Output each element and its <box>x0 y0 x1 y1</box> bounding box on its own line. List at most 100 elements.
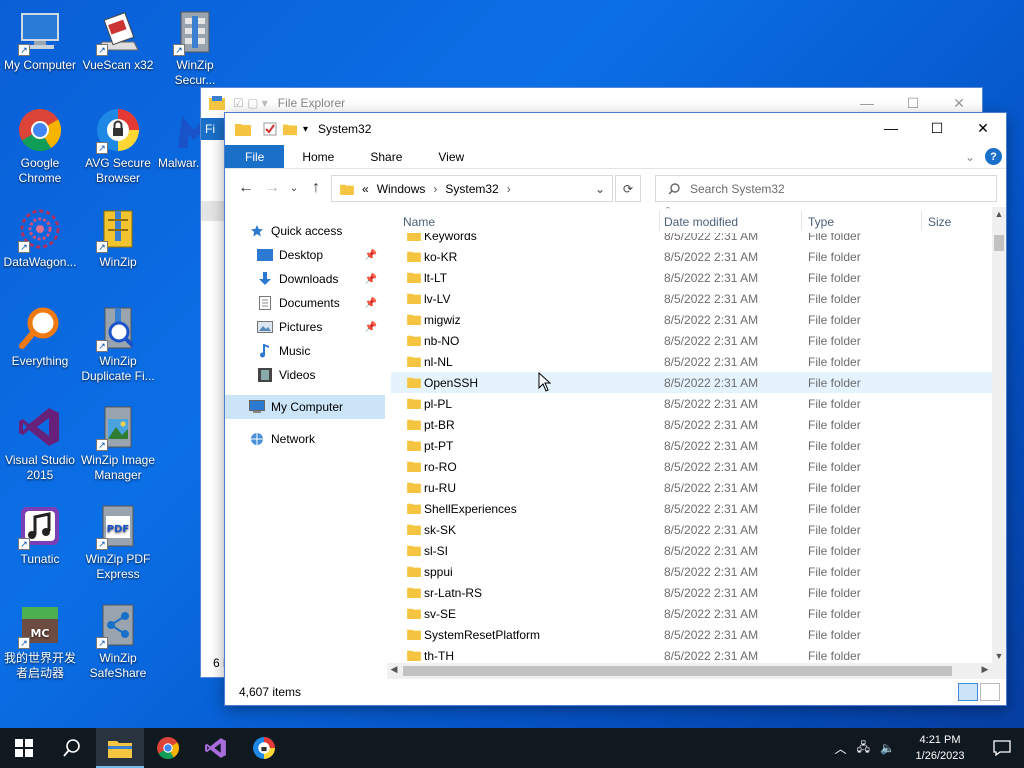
back-button[interactable]: ← <box>233 179 259 197</box>
up-button[interactable]: ↑ <box>303 179 329 197</box>
table-row[interactable]: th-TH 8/5/2022 2:31 AM File folder <box>391 645 992 663</box>
table-row[interactable]: lt-LT 8/5/2022 2:31 AM File folder <box>391 267 992 288</box>
taskbar-file-explorer[interactable] <box>96 728 144 768</box>
title-bar[interactable]: ▾ System32 — ☐ ✕ <box>225 113 1006 145</box>
explorer-window[interactable]: ▾ System32 — ☐ ✕ File Home Share View ⌄ … <box>224 112 1007 706</box>
breadcrumb-windows[interactable]: Windows <box>377 182 426 196</box>
search-button[interactable] <box>48 728 96 768</box>
nav-pictures[interactable]: Pictures 📌 <box>225 315 385 339</box>
desktop-icon-winzip-safeshare[interactable]: ↗ WinZip SafeShare <box>78 601 158 681</box>
quick-access-toolbar[interactable]: ▾ <box>263 122 308 136</box>
pin-icon[interactable]: 📌 <box>365 274 377 285</box>
table-row[interactable]: sr-Latn-RS 8/5/2022 2:31 AM File folder <box>391 582 992 603</box>
show-hidden-icons-chevron-icon[interactable]: ︿ <box>830 740 852 757</box>
table-row[interactable]: ru-RU 8/5/2022 2:31 AM File folder <box>391 477 992 498</box>
search-box[interactable] <box>655 175 997 202</box>
breadcrumb-separator-icon[interactable]: › <box>507 182 511 196</box>
nav-quick-access[interactable]: Quick access <box>225 219 385 243</box>
recent-locations-button[interactable]: ⌄ <box>285 183 303 194</box>
desktop-icon-visual-studio[interactable]: Visual Studio 2015 <box>0 403 80 483</box>
tab-share[interactable]: Share <box>352 145 420 168</box>
refresh-button[interactable]: ⟳ <box>615 175 641 202</box>
horizontal-scrollbar[interactable]: ◀ ▶ <box>387 663 992 679</box>
nav-desktop[interactable]: Desktop 📌 <box>225 243 385 267</box>
table-row[interactable]: OpenSSH 8/5/2022 2:31 AM File folder <box>391 372 992 393</box>
column-divider[interactable] <box>921 211 922 231</box>
pin-icon[interactable]: 📌 <box>365 298 377 309</box>
search-input[interactable] <box>690 181 970 196</box>
taskbar-visual-studio[interactable] <box>192 728 240 768</box>
table-row[interactable]: pt-BR 8/5/2022 2:31 AM File folder <box>391 414 992 435</box>
desktop-icon-datawagon[interactable]: ↗ DataWagon... <box>0 205 80 270</box>
table-row[interactable]: ro-RO 8/5/2022 2:31 AM File folder <box>391 456 992 477</box>
taskbar-chrome[interactable] <box>144 728 192 768</box>
quick-access-toolbar[interactable]: ☑ ▢ ▾ <box>233 96 268 110</box>
scroll-thumb[interactable] <box>994 235 1004 251</box>
nav-videos[interactable]: Videos <box>225 363 385 387</box>
table-row[interactable]: migwiz 8/5/2022 2:31 AM File folder <box>391 309 992 330</box>
desktop-icon-winzip-secure[interactable]: ↗ WinZip Secur... <box>155 8 235 88</box>
scroll-thumb[interactable] <box>403 666 952 676</box>
clock[interactable]: 4:21 PM 1/26/2023 <box>900 732 980 764</box>
pin-icon[interactable]: 📌 <box>365 250 377 261</box>
nav-music[interactable]: Music <box>225 339 385 363</box>
table-row[interactable]: sv-SE 8/5/2022 2:31 AM File folder <box>391 603 992 624</box>
table-row[interactable]: nl-NL 8/5/2022 2:31 AM File folder <box>391 351 992 372</box>
maximize-button[interactable]: ☐ <box>914 113 960 143</box>
forward-button[interactable]: → <box>259 179 285 197</box>
table-row[interactable]: sk-SK 8/5/2022 2:31 AM File folder <box>391 519 992 540</box>
expand-ribbon-icon[interactable]: ⌄ <box>965 150 975 164</box>
scroll-down-icon[interactable]: ▼ <box>992 651 1006 661</box>
nav-network[interactable]: Network <box>225 427 385 451</box>
desktop-icon-everything[interactable]: Everything <box>0 304 80 369</box>
desktop-icon-tunatic[interactable]: ↗ Tunatic <box>0 502 80 567</box>
chevron-down-icon[interactable]: ▾ <box>303 124 308 135</box>
tab-home[interactable]: Home <box>284 145 352 168</box>
column-type[interactable]: Type <box>808 215 834 229</box>
large-icons-view-button[interactable] <box>980 683 1000 701</box>
table-row[interactable]: sl-SI 8/5/2022 2:31 AM File folder <box>391 540 992 561</box>
breadcrumb-separator-icon[interactable]: › <box>433 182 437 196</box>
desktop-icon-minecraft-launcher[interactable]: MC ↗ 我的世界开发者启动器 <box>0 601 80 681</box>
help-icon[interactable]: ? <box>985 148 1002 165</box>
nav-my-computer[interactable]: My Computer <box>225 395 385 419</box>
breadcrumb-overflow[interactable]: « <box>362 182 369 196</box>
scroll-right-icon[interactable]: ▶ <box>978 664 992 675</box>
desktop-icon-winzip-pdf[interactable]: PDF ↗ WinZip PDF Express <box>78 502 158 582</box>
table-row[interactable]: pt-PT 8/5/2022 2:31 AM File folder <box>391 435 992 456</box>
close-button[interactable]: ✕ <box>960 113 1006 143</box>
new-folder-icon[interactable] <box>283 122 297 136</box>
minimize-button[interactable]: — <box>868 113 914 143</box>
column-name[interactable]: Name <box>403 215 435 229</box>
column-size[interactable]: Size <box>928 215 951 229</box>
details-view-button[interactable] <box>958 683 978 701</box>
desktop-icon-malwarebytes[interactable]: Malwar... <box>148 106 200 171</box>
table-row[interactable]: pl-PL 8/5/2022 2:31 AM File folder <box>391 393 992 414</box>
column-divider[interactable] <box>659 211 660 231</box>
file-tab[interactable]: Fi <box>201 118 225 140</box>
desktop-icon-winzip-image-manager[interactable]: ↗ WinZip Image Manager <box>78 403 158 483</box>
table-row[interactable]: ko-KR 8/5/2022 2:31 AM File folder <box>391 246 992 267</box>
taskbar-avg-browser[interactable] <box>240 728 288 768</box>
breadcrumb-system32[interactable]: System32 <box>445 182 498 196</box>
address-bar[interactable]: « Windows › System32 › ⌄ <box>331 175 613 202</box>
address-dropdown-icon[interactable]: ⌄ <box>588 176 612 201</box>
column-date-modified[interactable]: Date modified <box>664 215 738 229</box>
nav-documents[interactable]: Documents 📌 <box>225 291 385 315</box>
pin-icon[interactable]: 📌 <box>365 322 377 333</box>
network-icon[interactable]: 🖧 <box>852 738 875 759</box>
scroll-left-icon[interactable]: ◀ <box>387 664 401 675</box>
notification-button[interactable] <box>980 728 1024 768</box>
desktop-icon-winzip-duplicate[interactable]: ↗ WinZip Duplicate Fi... <box>78 304 158 384</box>
table-row[interactable]: ShellExperiences 8/5/2022 2:31 AM File fol… <box>391 498 992 519</box>
table-row[interactable]: nb-NO 8/5/2022 2:31 AM File folder <box>391 330 992 351</box>
desktop-icon-my-computer[interactable]: ↗ My Computer <box>0 8 80 73</box>
table-row[interactable]: sppui 8/5/2022 2:31 AM File folder <box>391 561 992 582</box>
desktop-icon-winzip[interactable]: ↗ WinZip <box>78 205 158 270</box>
table-row[interactable]: lv-LV 8/5/2022 2:31 AM File folder <box>391 288 992 309</box>
properties-icon[interactable] <box>263 122 277 136</box>
tab-view[interactable]: View <box>420 145 482 168</box>
start-button[interactable] <box>0 728 48 768</box>
column-divider[interactable] <box>801 211 802 231</box>
tab-file[interactable]: File <box>225 145 285 168</box>
